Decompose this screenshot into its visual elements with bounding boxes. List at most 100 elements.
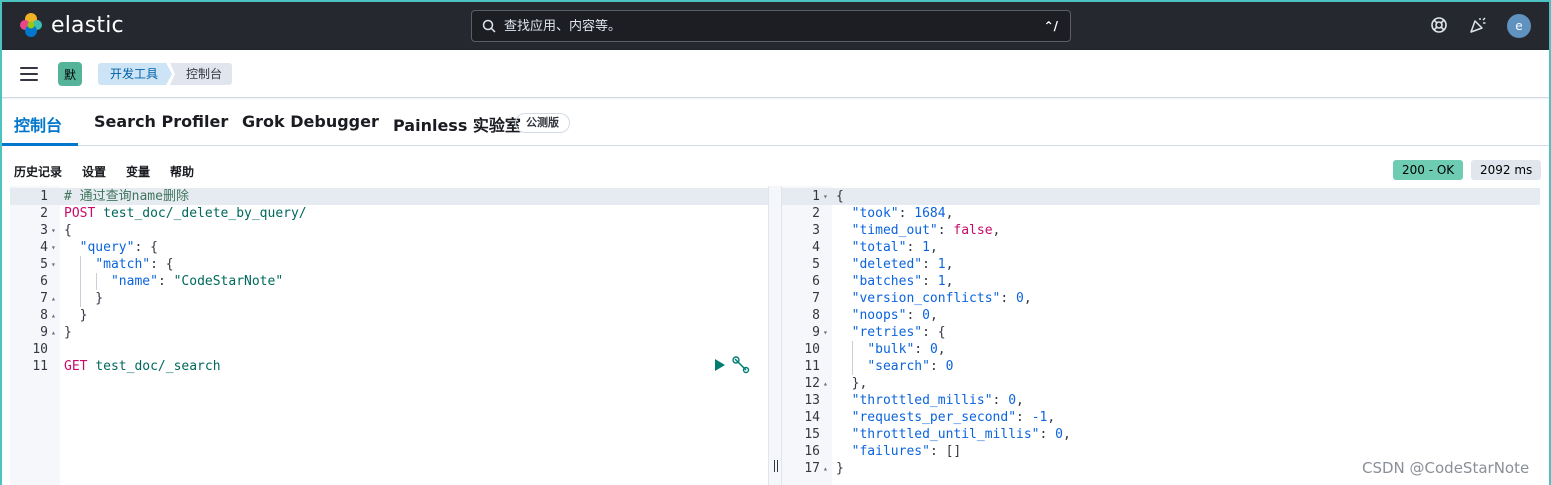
- tab-search-profiler[interactable]: Search Profiler: [94, 112, 228, 131]
- brand-name: elastic: [51, 12, 124, 38]
- request-token: POST: [64, 206, 96, 221]
- response-token: "noops": [851, 308, 907, 323]
- response-token: :: [992, 393, 1009, 408]
- global-search[interactable]: ⌃/: [471, 10, 1071, 42]
- response-code-line: "retries": {: [836, 324, 946, 341]
- response-token: {: [836, 189, 844, 204]
- request-code-line: POST test_doc/_delete_by_query/: [64, 205, 307, 222]
- response-fold-toggle-icon[interactable]: ▴: [823, 379, 828, 388]
- search-icon: [482, 19, 496, 33]
- pane-resizer[interactable]: [768, 186, 782, 485]
- response-code-line: "search": 0: [836, 358, 953, 375]
- response-line-number: 16: [804, 444, 820, 459]
- response-token: : []: [929, 444, 962, 459]
- top-header: elastic ⌃/ e: [0, 0, 1551, 50]
- send-request-icon[interactable]: [714, 358, 726, 372]
- request-token: }: [64, 325, 72, 340]
- response-code-line: "total": 1,: [836, 239, 938, 256]
- response-token: :: [914, 342, 930, 357]
- response-token: [836, 240, 852, 255]
- response-token: [836, 325, 852, 340]
- response-token: 1: [937, 274, 946, 289]
- response-code-line: "timed_out": false,: [836, 222, 1001, 239]
- request-line-number: 7: [40, 291, 48, 306]
- response-line-number: 12: [804, 376, 820, 391]
- response-line-number: 3: [812, 223, 820, 238]
- response-line-number: 4: [812, 240, 820, 255]
- help-button[interactable]: 帮助: [170, 163, 194, 180]
- response-token: [836, 308, 852, 323]
- response-token: 0: [929, 342, 938, 357]
- user-avatar[interactable]: e: [1507, 14, 1531, 38]
- request-line-number: 5: [40, 257, 48, 272]
- response-token: },: [836, 376, 868, 391]
- response-token: ,: [992, 223, 1001, 238]
- news-feed-icon[interactable]: [1468, 15, 1488, 35]
- variables-button[interactable]: 变量: [126, 163, 150, 180]
- response-line-number: 1: [812, 189, 820, 204]
- response-token: :: [906, 240, 923, 255]
- response-token: :: [922, 257, 938, 272]
- tab-painless-lab[interactable]: Painless 实验室: [393, 112, 521, 136]
- response-token: ,: [929, 240, 938, 255]
- response-token: : {: [922, 325, 946, 340]
- search-input[interactable]: [504, 18, 1024, 34]
- history-button[interactable]: 历史记录: [14, 163, 62, 180]
- response-line-number: 17: [804, 461, 820, 476]
- response-token: false: [953, 223, 993, 238]
- elastic-logo-icon: [20, 13, 42, 37]
- breadcrumb-dev-tools[interactable]: 开发工具: [98, 63, 173, 85]
- request-fold-toggle-icon[interactable]: ▾: [51, 226, 56, 235]
- response-code-line: "requests_per_second": -1,: [836, 409, 1056, 426]
- tab-grok-debugger[interactable]: Grok Debugger: [242, 112, 379, 131]
- response-code-line: "version_conflicts": 0,: [836, 290, 1032, 307]
- hamburger-menu-icon[interactable]: [20, 67, 38, 81]
- request-editor[interactable]: 1 # 通过查询name删除 2 POST test_doc/_delete_by_q…: [10, 186, 768, 485]
- request-token: "name": [110, 274, 158, 289]
- request-code-line: }: [64, 307, 88, 324]
- response-token: "took": [851, 206, 899, 221]
- response-code-line: "took": 1684,: [836, 205, 954, 222]
- response-token: :: [898, 206, 915, 221]
- elapsed-time-badge: 2092 ms: [1471, 160, 1542, 180]
- response-token: ,: [1062, 427, 1071, 442]
- response-fold-toggle-icon[interactable]: ▾: [823, 192, 828, 201]
- response-line-number: 6: [812, 274, 820, 289]
- keyboard-shortcut-hint: ⌃/: [1043, 19, 1058, 33]
- response-fold-toggle-icon[interactable]: ▴: [823, 464, 828, 473]
- request-fold-toggle-icon[interactable]: ▴: [51, 311, 56, 320]
- response-token: ,: [937, 342, 946, 357]
- request-fold-toggle-icon[interactable]: ▴: [51, 328, 56, 337]
- watermark: CSDN @CodeStarNote: [1362, 459, 1530, 477]
- response-code-line: },: [836, 375, 868, 392]
- response-token: "retries": [851, 325, 923, 340]
- wrench-icon[interactable]: [732, 356, 750, 374]
- space-avatar[interactable]: 默: [58, 62, 82, 86]
- request-fold-toggle-icon[interactable]: ▴: [51, 294, 56, 303]
- response-line-number: 9: [812, 325, 820, 340]
- response-token: :: [929, 359, 946, 374]
- breadcrumb-console: 控制台: [170, 63, 233, 85]
- request-fold-toggle-icon[interactable]: ▾: [51, 243, 56, 252]
- request-indent-guide: [80, 256, 81, 307]
- response-line-number: 14: [804, 410, 820, 425]
- request-fold-toggle-icon[interactable]: ▾: [51, 260, 56, 269]
- response-token: ,: [945, 206, 954, 221]
- response-line-number: 15: [804, 427, 820, 442]
- settings-button[interactable]: 设置: [82, 163, 106, 180]
- response-token: "batches": [851, 274, 923, 289]
- request-token: "query": [79, 240, 135, 255]
- request-token: : {: [134, 240, 158, 255]
- elastic-logo[interactable]: elastic: [18, 12, 124, 38]
- help-icon[interactable]: [1429, 15, 1449, 35]
- response-token: 0: [922, 308, 930, 323]
- response-token: "failures": [851, 444, 930, 459]
- response-token: [836, 206, 852, 221]
- response-editor[interactable]: 1 ▾{2 "took": 1684, 3 "timed_out": false, 4…: [782, 186, 1540, 485]
- response-indent-guide: [852, 341, 853, 375]
- response-token: :: [1016, 410, 1032, 425]
- tab-console[interactable]: 控制台: [14, 112, 62, 136]
- response-fold-toggle-icon[interactable]: ▾: [823, 328, 828, 337]
- request-token: test_doc/_search: [95, 359, 221, 374]
- beta-badge: 公测版: [515, 113, 570, 133]
